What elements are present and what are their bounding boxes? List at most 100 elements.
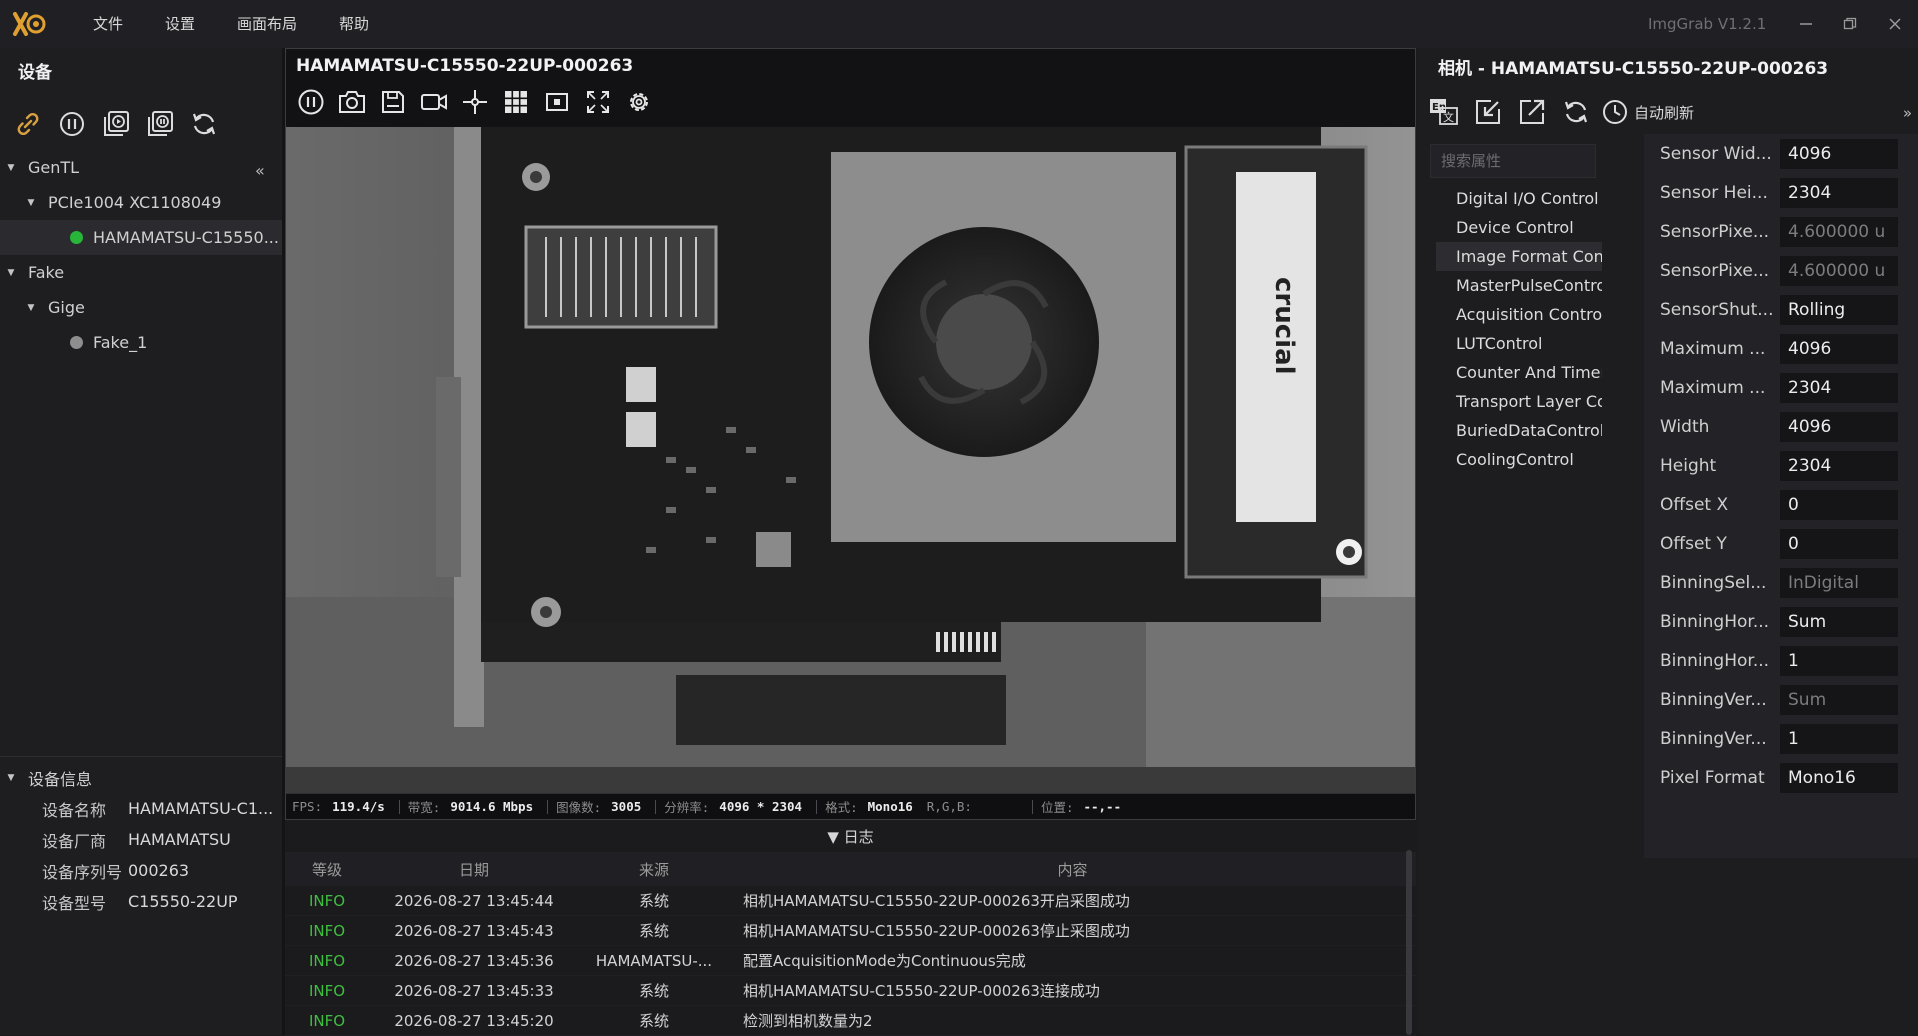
property-value[interactable]: 0 bbox=[1780, 528, 1898, 559]
camera-image[interactable]: crucial bbox=[286, 127, 1415, 793]
property-value-readonly: 4.600000 u bbox=[1780, 216, 1898, 247]
stop-all-icon[interactable] bbox=[138, 102, 182, 146]
save-icon[interactable] bbox=[372, 83, 413, 121]
tree-node-pcie[interactable]: ▼ PCIe1004 XC1108049 bbox=[0, 185, 282, 220]
restore-button[interactable] bbox=[1836, 10, 1864, 38]
log-col-source[interactable]: 来源 bbox=[579, 859, 729, 880]
menu-layout[interactable]: 画面布局 bbox=[216, 0, 318, 48]
property-value[interactable]: Rolling bbox=[1780, 294, 1898, 325]
fit-screen-icon[interactable] bbox=[577, 83, 618, 121]
property-row: Pixel Format Mono16 bbox=[1644, 758, 1918, 797]
category-item[interactable]: CoolingControl bbox=[1418, 445, 1602, 474]
category-item[interactable]: Counter And Timer Cor bbox=[1418, 358, 1602, 387]
log-row[interactable]: INFO 2026-08-27 13:45:20 系统 检测到相机数量为2 bbox=[285, 1006, 1416, 1036]
import-icon[interactable] bbox=[1466, 90, 1510, 134]
category-item[interactable]: Transport Layer Contro bbox=[1418, 387, 1602, 416]
start-all-icon[interactable] bbox=[94, 102, 138, 146]
category-item[interactable]: BuriedDataControl bbox=[1418, 416, 1602, 445]
property-value[interactable]: 1 bbox=[1780, 723, 1898, 754]
property-value[interactable]: 4096 bbox=[1780, 138, 1898, 169]
category-item-selected[interactable]: Image Format Control bbox=[1436, 242, 1602, 271]
pause-all-icon[interactable] bbox=[50, 102, 94, 146]
info-row-serial: 设备序列号 000263 bbox=[0, 855, 282, 886]
log-source: HAMAMATSU-... bbox=[595, 951, 713, 970]
collapse-panel-icon[interactable]: « bbox=[255, 161, 265, 180]
image-viewer: HAMAMATSU-C15550-22UP-000263 crucial FPS… bbox=[285, 48, 1416, 820]
expand-arrow-icon[interactable]: ▼ bbox=[4, 163, 18, 173]
expand-arrow-icon[interactable]: ▼ bbox=[4, 773, 18, 783]
menu-help[interactable]: 帮助 bbox=[318, 0, 390, 48]
log-content: 相机HAMAMATSU-C15550-22UP-000263连接成功 bbox=[743, 982, 1100, 1000]
info-value: HAMAMATSU bbox=[128, 830, 231, 849]
log-source: 系统 bbox=[638, 892, 669, 910]
category-item[interactable]: Acquisition Control bbox=[1418, 300, 1602, 329]
property-row: Sensor Wid... 4096 bbox=[1644, 134, 1918, 173]
property-value[interactable]: 2304 bbox=[1780, 450, 1898, 481]
export-icon[interactable] bbox=[1510, 90, 1554, 134]
tree-node-hamamatsu[interactable]: HAMAMATSU-C15550... bbox=[0, 220, 282, 255]
tree-node-fake1[interactable]: Fake_1 bbox=[0, 325, 282, 360]
category-item[interactable]: LUTControl bbox=[1418, 329, 1602, 358]
connected-status-dot bbox=[70, 231, 83, 244]
property-value[interactable]: Mono16 bbox=[1780, 762, 1898, 793]
expand-arrow-icon[interactable]: ▼ bbox=[4, 268, 18, 278]
device-info-header[interactable]: ▼ 设备信息 bbox=[0, 763, 282, 793]
category-list: Digital I/O Control Device Control Image… bbox=[1418, 184, 1638, 474]
property-value[interactable]: Sum bbox=[1780, 606, 1898, 637]
property-row: SensorPixe... 4.600000 u bbox=[1644, 212, 1918, 251]
actual-size-icon[interactable] bbox=[536, 83, 577, 121]
tree-node-gige[interactable]: ▼ Gige bbox=[0, 290, 282, 325]
category-item[interactable]: Digital I/O Control bbox=[1418, 184, 1602, 213]
expand-panel-icon[interactable]: » bbox=[1903, 104, 1912, 122]
log-row[interactable]: INFO 2026-08-27 13:45:36 HAMAMATSU-... 配… bbox=[285, 946, 1416, 976]
log-col-date[interactable]: 日期 bbox=[369, 859, 579, 880]
close-button[interactable] bbox=[1881, 10, 1909, 38]
menu-file[interactable]: 文件 bbox=[72, 0, 144, 48]
log-row[interactable]: INFO 2026-08-27 13:45:33 系统 相机HAMAMATSU-… bbox=[285, 976, 1416, 1006]
bandwidth-value: 9014.6 Mbps bbox=[450, 799, 534, 814]
log-row[interactable]: INFO 2026-08-27 13:45:43 系统 相机HAMAMATSU-… bbox=[285, 916, 1416, 946]
expand-arrow-icon[interactable]: ▼ bbox=[24, 198, 38, 208]
menu-settings[interactable]: 设置 bbox=[144, 0, 216, 48]
property-row: SensorShut... Rolling bbox=[1644, 290, 1918, 329]
property-value[interactable]: 2304 bbox=[1780, 372, 1898, 403]
property-search-input[interactable]: 搜索属性 bbox=[1430, 144, 1596, 178]
property-value[interactable]: 4096 bbox=[1780, 333, 1898, 364]
tree-node-gentl[interactable]: ▼ GenTL bbox=[0, 150, 282, 185]
log-panel: ▼ 日志 等级 日期 来源 内容 INFO 2026-08-27 13:45:4… bbox=[285, 822, 1416, 1036]
property-value[interactable]: 2304 bbox=[1780, 177, 1898, 208]
clock-icon[interactable] bbox=[1598, 90, 1632, 134]
crosshair-icon[interactable] bbox=[454, 83, 495, 121]
minimize-button[interactable] bbox=[1792, 10, 1820, 38]
title-bar: 文件 设置 画面布局 帮助 ImgGrab V1.2.1 bbox=[0, 0, 1918, 48]
property-value[interactable]: 1 bbox=[1780, 645, 1898, 676]
log-scrollbar[interactable] bbox=[1406, 850, 1412, 1035]
language-toggle-icon[interactable]: En 文 bbox=[1422, 90, 1466, 134]
property-row: Offset Y 0 bbox=[1644, 524, 1918, 563]
settings-gear-icon[interactable] bbox=[618, 83, 659, 121]
tree-node-fake[interactable]: ▼ Fake bbox=[0, 255, 282, 290]
log-col-content[interactable]: 内容 bbox=[729, 859, 1416, 880]
pause-icon[interactable] bbox=[290, 83, 331, 121]
link-icon[interactable] bbox=[6, 102, 50, 146]
expand-arrow-icon[interactable]: ▼ bbox=[24, 303, 38, 313]
divider bbox=[655, 799, 657, 814]
log-col-level[interactable]: 等级 bbox=[285, 859, 369, 880]
auto-refresh-label[interactable]: 自动刷新 bbox=[1634, 102, 1694, 123]
info-row-name: 设备名称 HAMAMATSU-C1... bbox=[0, 793, 282, 824]
bandwidth-label: 带宽: bbox=[407, 800, 441, 815]
position-value: --,-- bbox=[1083, 799, 1122, 814]
property-value[interactable]: 0 bbox=[1780, 489, 1898, 520]
refresh-properties-icon[interactable] bbox=[1554, 90, 1598, 134]
log-toggle[interactable]: ▼ 日志 bbox=[285, 822, 1416, 852]
property-value[interactable]: 4096 bbox=[1780, 411, 1898, 442]
log-level: INFO bbox=[308, 981, 346, 1000]
refresh-devices-icon[interactable] bbox=[182, 102, 226, 146]
record-video-icon[interactable] bbox=[413, 83, 454, 121]
grid-icon[interactable] bbox=[495, 83, 536, 121]
category-item[interactable]: MasterPulseControl bbox=[1418, 271, 1602, 300]
category-item[interactable]: Device Control bbox=[1418, 213, 1602, 242]
snapshot-icon[interactable] bbox=[331, 83, 372, 121]
log-row[interactable]: INFO 2026-08-27 13:45:44 系统 相机HAMAMATSU-… bbox=[285, 886, 1416, 916]
property-name: Maximum ... bbox=[1660, 338, 1766, 359]
